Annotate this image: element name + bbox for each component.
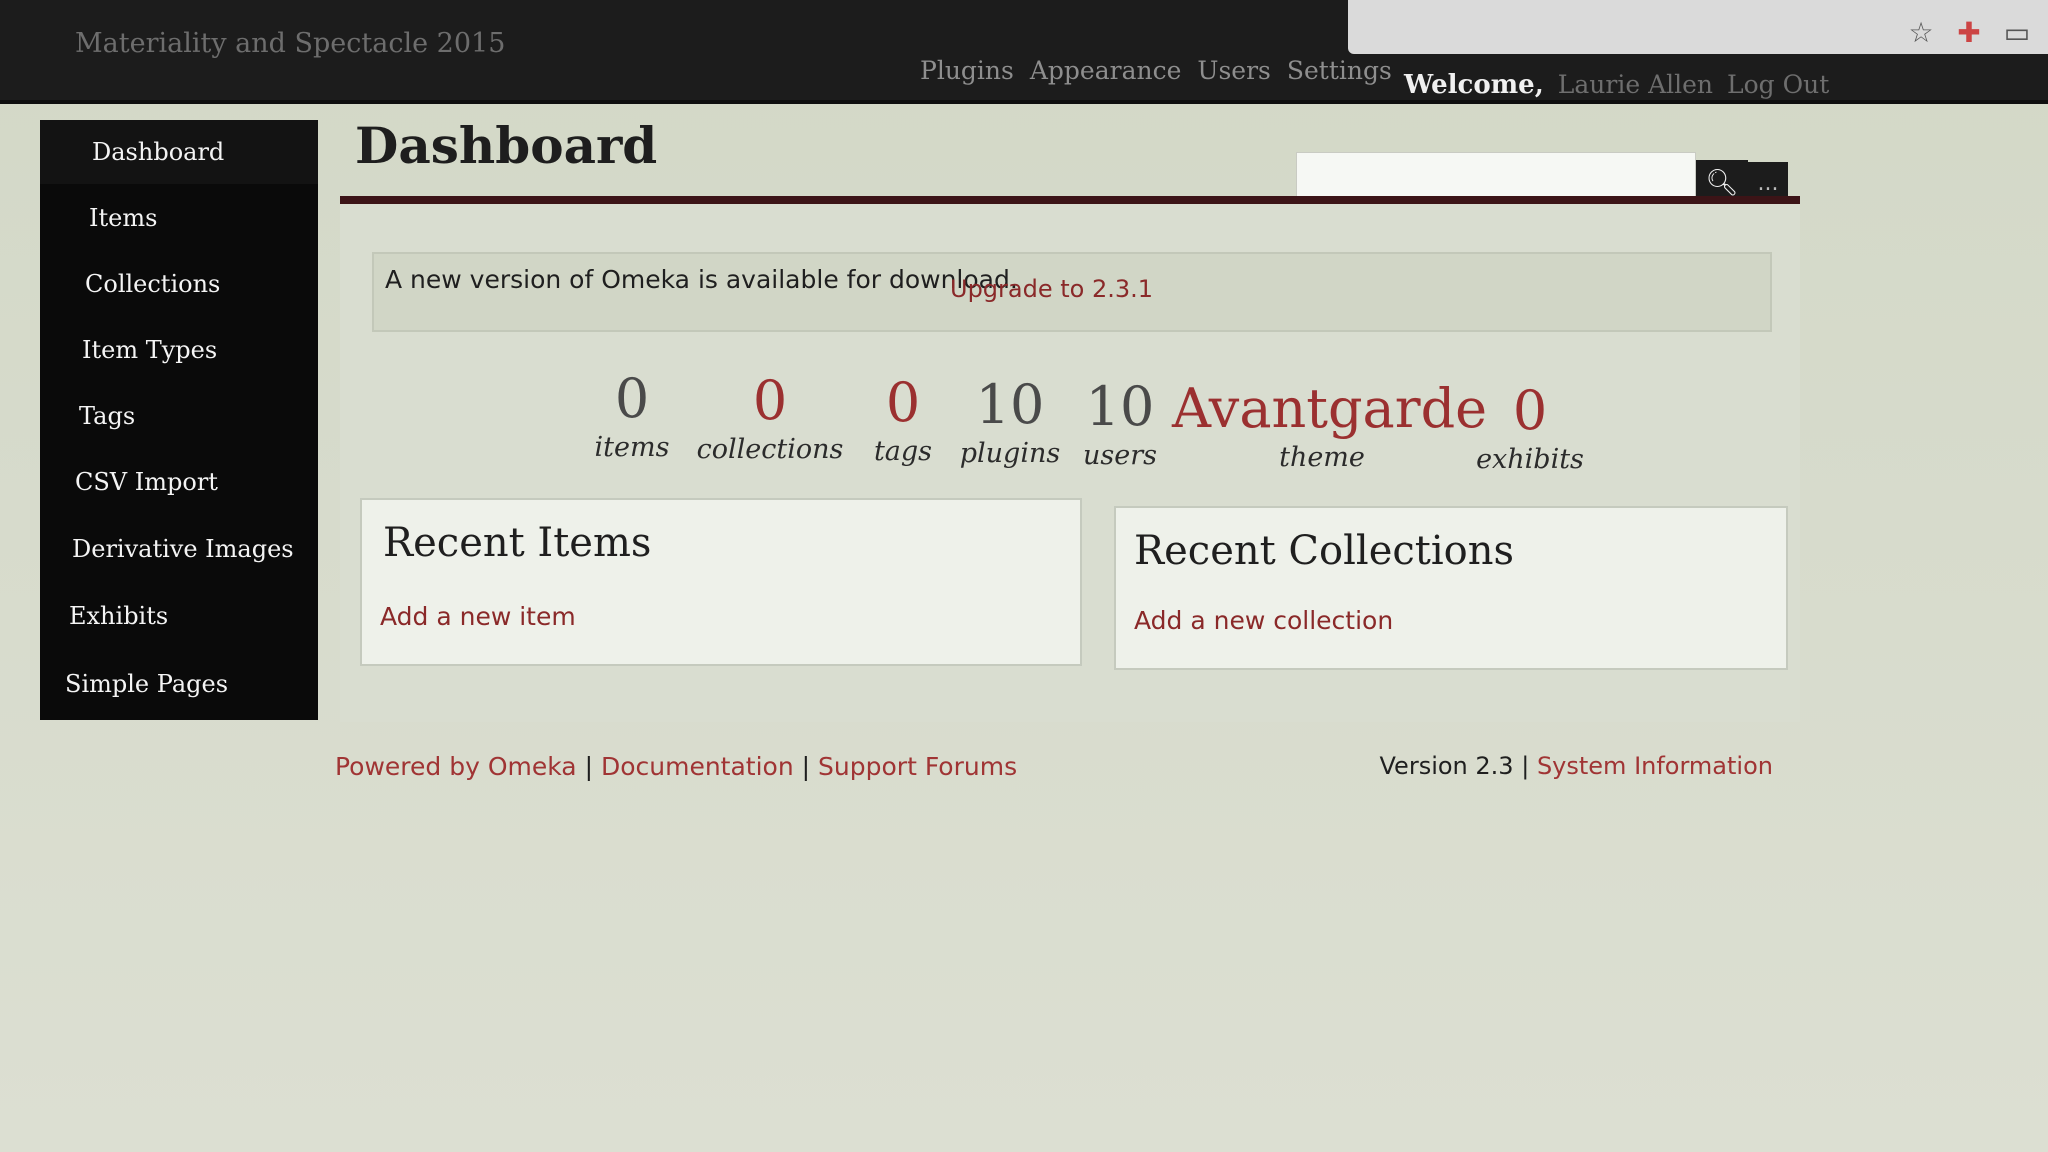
logout-link[interactable]: Log Out	[1727, 70, 1829, 99]
star-icon[interactable]: ☆	[1906, 18, 1936, 48]
stat-plugins[interactable]: 10 plugins	[955, 373, 1065, 470]
stat-count: 0	[885, 371, 921, 434]
sidebar-item-label: CSV Import	[75, 468, 218, 496]
browser-toolbar: ☆ ✚ ▭	[1348, 0, 2048, 54]
upgrade-link[interactable]: Upgrade to 2.3.1	[950, 275, 1153, 303]
footer-version: Version 2.3 | System Information	[1380, 752, 1774, 780]
sidebar-item-label: Item Types	[82, 336, 218, 364]
stat-label: tags	[873, 436, 933, 467]
sidebar-item-items[interactable]: Items	[40, 186, 318, 250]
footer-links: Powered by Omeka | Documentation | Suppo…	[335, 752, 1017, 781]
nav-settings[interactable]: Settings	[1287, 56, 1392, 85]
sidebar-item-label: Exhibits	[69, 602, 169, 630]
stat-exhibits[interactable]: 0 exhibits	[1470, 379, 1590, 476]
stat-count: 0	[614, 367, 650, 430]
sidebar-item-tags[interactable]: Tags	[40, 384, 318, 448]
page-title: Dashboard	[355, 116, 658, 175]
upgrade-notice-text: A new version of Omeka is available for …	[385, 265, 1018, 294]
sidebar-item-derivative-images[interactable]: Derivative Images	[40, 517, 318, 581]
recent-collections-title: Recent Collections	[1134, 528, 1514, 574]
nav-plugins[interactable]: Plugins	[920, 56, 1014, 85]
stat-label: theme	[1279, 442, 1365, 473]
stat-count: 10	[1085, 375, 1155, 438]
sidebar-item-simple-pages[interactable]: Simple Pages	[40, 652, 318, 716]
search-input[interactable]	[1296, 152, 1696, 198]
global-nav: Plugins Appearance Users Settings	[920, 56, 1392, 85]
recent-items-title: Recent Items	[383, 520, 652, 566]
sidebar-item-csv-import[interactable]: CSV Import	[40, 450, 318, 514]
sidebar-item-label: Dashboard	[92, 138, 225, 166]
stat-count: 10	[975, 373, 1045, 436]
site-title[interactable]: Materiality and Spectacle 2015	[75, 28, 505, 59]
version-text: Version 2.3	[1379, 752, 1514, 780]
stat-label: items	[594, 432, 670, 463]
add-new-item-link[interactable]: Add a new item	[380, 602, 576, 631]
sidebar-item-label: Tags	[79, 402, 136, 430]
stat-collections[interactable]: 0 collections	[690, 369, 850, 466]
sidebar-item-exhibits[interactable]: Exhibits	[40, 584, 318, 648]
sidebar-nav: Dashboard Items Collections Item Types T…	[40, 120, 318, 720]
nav-appearance[interactable]: Appearance	[1030, 56, 1182, 85]
sidebar-item-collections[interactable]: Collections	[40, 252, 318, 316]
welcome-text: Welcome,	[1404, 70, 1544, 100]
system-information-link[interactable]: System Information	[1537, 752, 1773, 780]
stat-count: 0	[752, 369, 788, 432]
stat-label: exhibits	[1476, 444, 1584, 475]
browser-icons: ☆ ✚ ▭	[1906, 18, 2032, 48]
footer-separator: |	[584, 752, 594, 781]
sidebar-item-label: Simple Pages	[65, 670, 229, 698]
search-icon: 🔍︎	[1705, 168, 1739, 198]
sidebar-item-label: Derivative Images	[72, 535, 294, 563]
welcome-area: Welcome, Laurie Allen Log Out	[1404, 70, 1829, 100]
window-icon[interactable]: ▭	[2002, 18, 2032, 48]
stat-count: Avantgarde	[1172, 377, 1488, 440]
sidebar-item-label: Collections	[85, 270, 221, 298]
user-name-link[interactable]: Laurie Allen	[1558, 70, 1713, 99]
stat-theme[interactable]: Avantgarde theme	[1172, 377, 1488, 474]
stat-tags[interactable]: 0 tags	[858, 371, 948, 468]
stat-label: users	[1083, 440, 1157, 471]
sidebar-item-dashboard[interactable]: Dashboard	[40, 120, 318, 184]
stat-count: 0	[1512, 379, 1548, 442]
extension-icon[interactable]: ✚	[1954, 18, 1984, 48]
add-new-collection-link[interactable]: Add a new collection	[1134, 606, 1393, 635]
footer-separator: |	[801, 752, 811, 781]
stat-label: collections	[696, 434, 844, 465]
footer-separator: |	[1521, 752, 1530, 780]
documentation-link[interactable]: Documentation	[601, 752, 794, 781]
sidebar-item-label: Items	[89, 204, 158, 232]
nav-users[interactable]: Users	[1197, 56, 1270, 85]
support-forums-link[interactable]: Support Forums	[818, 752, 1017, 781]
powered-by-link[interactable]: Powered by Omeka	[335, 752, 577, 781]
stat-users[interactable]: 10 users	[1070, 375, 1170, 472]
sidebar-item-item-types[interactable]: Item Types	[40, 318, 318, 382]
stat-items[interactable]: 0 items	[582, 367, 682, 464]
stat-label: plugins	[959, 438, 1061, 469]
